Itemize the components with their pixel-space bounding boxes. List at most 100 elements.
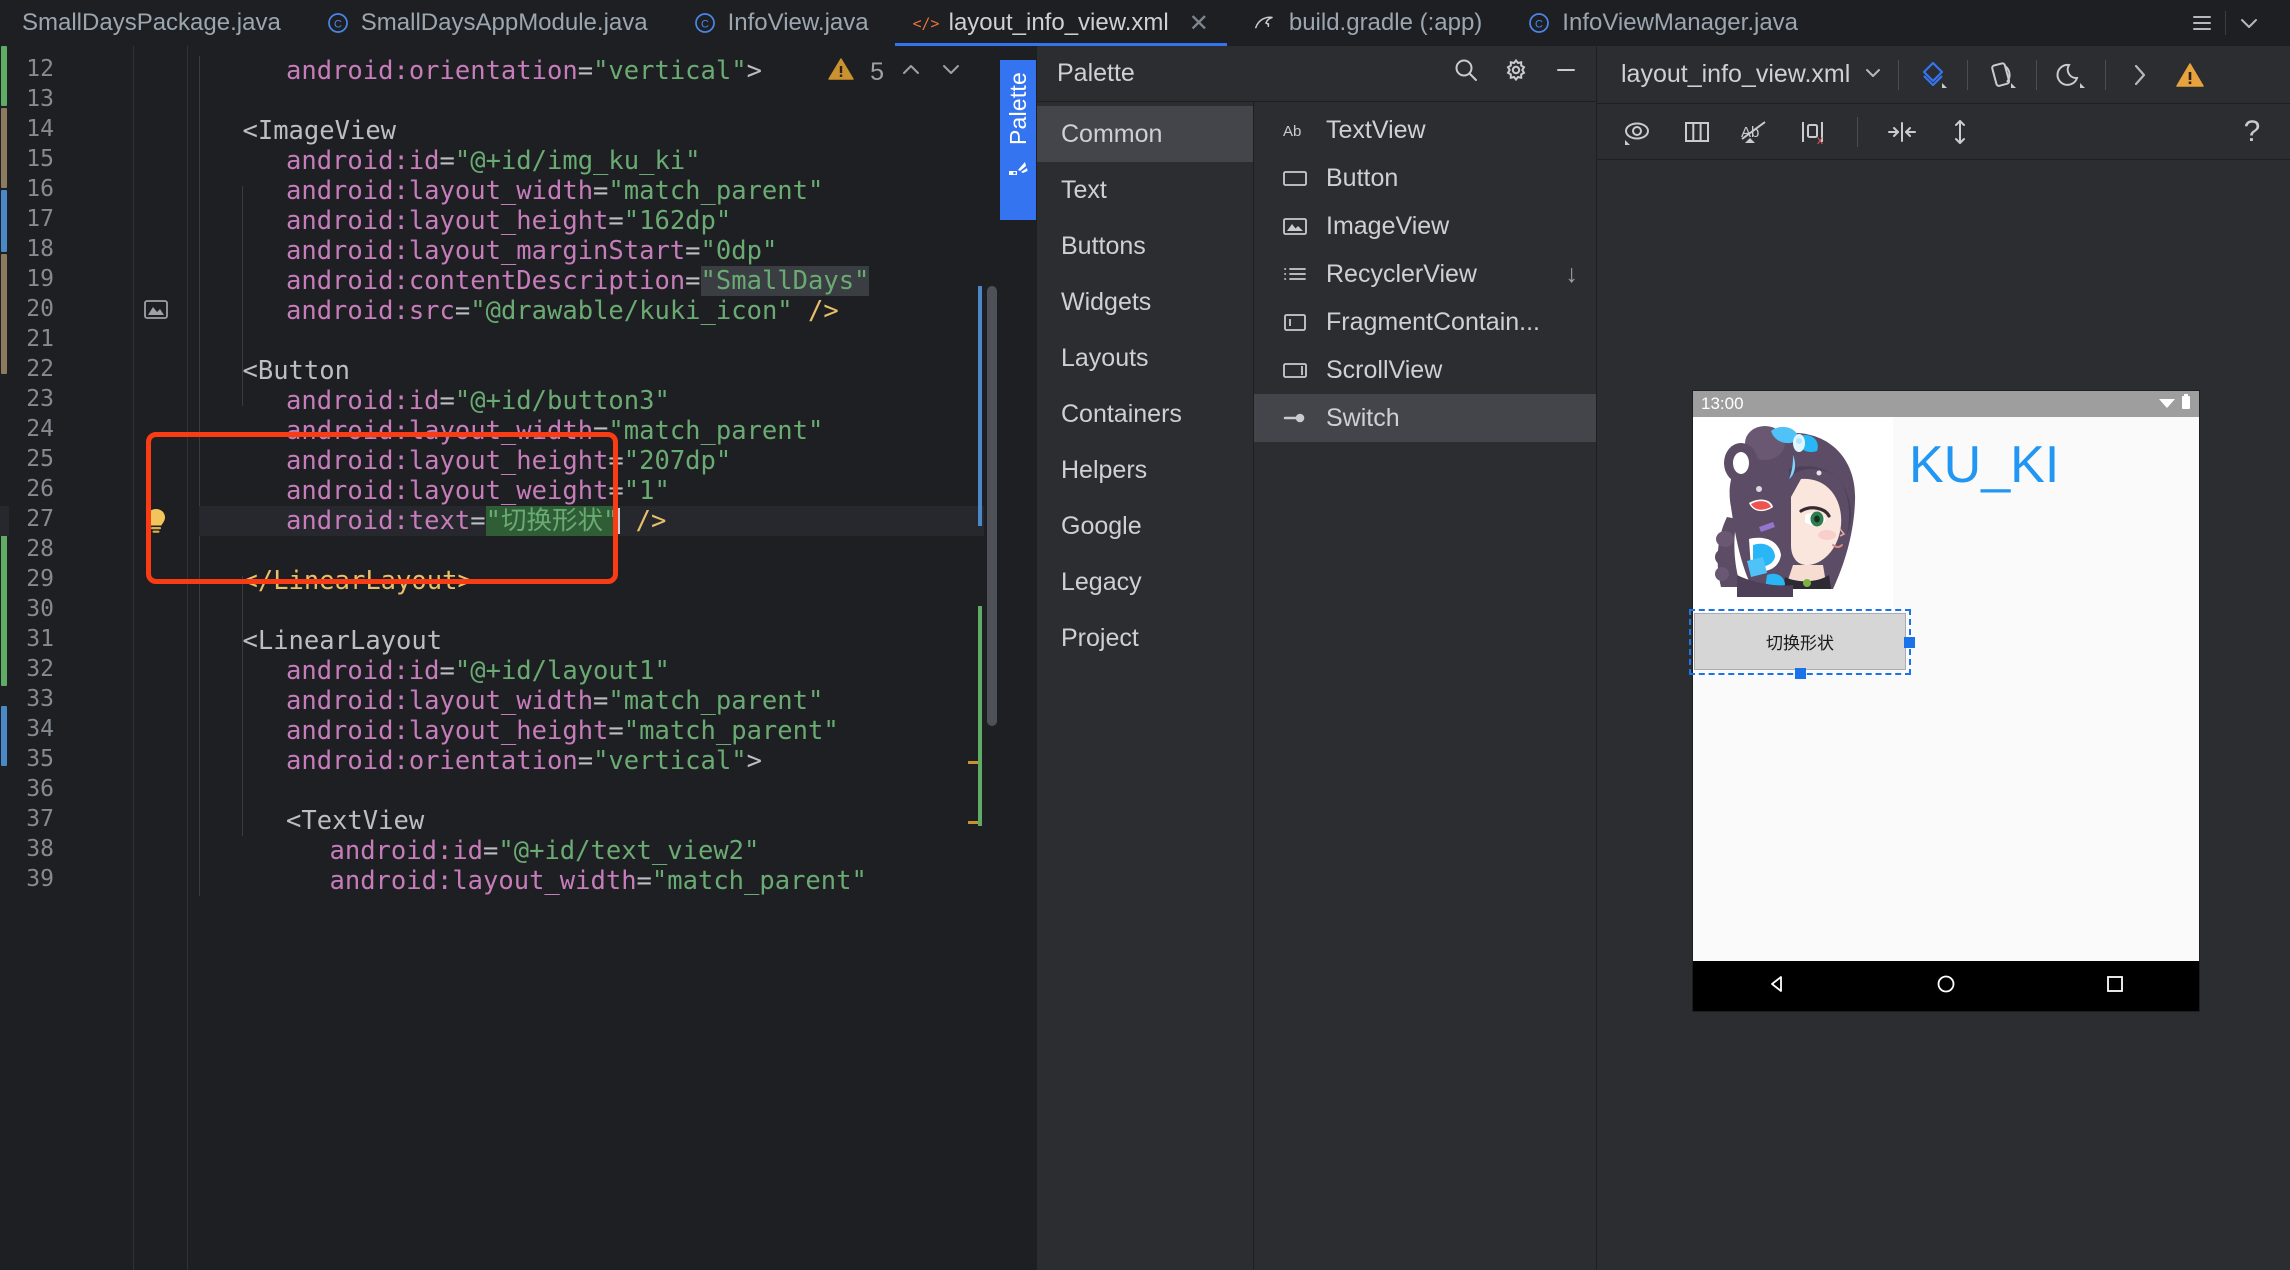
code-editor[interactable]: 12 13 14 15 16 17 18 19 20 21 22 23 24 25 26 27 28 29 30 31… bbox=[0, 46, 1000, 1270]
palette-category-buttons[interactable]: Buttons bbox=[1037, 218, 1253, 274]
palette-category-project[interactable]: Project bbox=[1037, 610, 1253, 666]
palette-category-containers[interactable]: Containers bbox=[1037, 386, 1253, 442]
code-line[interactable]: android:id="@+id/img_ku_ki" bbox=[286, 146, 701, 176]
tab-label: SmallDaysAppModule.java bbox=[360, 9, 648, 36]
code-line[interactable]: android:layout_height="match_parent" bbox=[286, 716, 839, 746]
palette-component-scrollview[interactable]: ScrollView bbox=[1254, 346, 1596, 394]
palette-category-google[interactable]: Google bbox=[1037, 498, 1253, 554]
expand-vertical-icon[interactable] bbox=[1940, 112, 1980, 152]
hamburger-menu-icon[interactable] bbox=[2179, 0, 2225, 46]
code-line[interactable]: android:layout_width="match_parent" bbox=[286, 176, 823, 206]
search-icon[interactable] bbox=[1452, 56, 1480, 91]
code-line[interactable]: android:id="@+id/layout1" bbox=[286, 656, 670, 686]
device-preview[interactable]: 13:00 KU_KI 切换形状 bbox=[1689, 391, 2199, 1011]
tab-layout-info-view-xml[interactable]: </> layout_info_view.xml ✕ bbox=[891, 0, 1231, 46]
warning-triangle-icon[interactable] bbox=[2170, 55, 2210, 95]
tab-smalldayspackage[interactable]: SmallDaysPackage.java bbox=[0, 0, 303, 46]
image-preview-icon[interactable] bbox=[143, 297, 171, 325]
palette-component-switch[interactable]: Switch bbox=[1254, 394, 1596, 442]
code-line[interactable]: android:layout_height="207dp" bbox=[286, 446, 731, 476]
status-time: 13:00 bbox=[1701, 394, 1744, 413]
code-line[interactable]: android:id="@+id/button3" bbox=[286, 386, 670, 416]
tab-infoview[interactable]: C InfoView.java bbox=[670, 0, 891, 46]
lightbulb-icon[interactable] bbox=[143, 507, 171, 535]
error-stripe[interactable] bbox=[968, 46, 982, 1270]
code-line[interactable]: android:text="切换形状" /> bbox=[286, 506, 666, 536]
palette-category-common[interactable]: Common bbox=[1037, 106, 1253, 162]
palette-component-imageview[interactable]: ImageView bbox=[1254, 202, 1596, 250]
code-line[interactable]: android:layout_weight="1" bbox=[286, 476, 670, 506]
tab-smalldaysappmodule[interactable]: C SmallDaysAppModule.java bbox=[303, 0, 670, 46]
help-icon[interactable]: ? bbox=[2232, 112, 2272, 152]
indent-guide bbox=[242, 576, 243, 836]
code-line[interactable]: android:orientation="vertical"> bbox=[286, 56, 762, 86]
warning-count: 5 bbox=[870, 58, 884, 86]
palette-category-layouts[interactable]: Layouts bbox=[1037, 330, 1253, 386]
palette-category-widgets[interactable]: Widgets bbox=[1037, 274, 1253, 330]
line-number: 33 bbox=[26, 686, 54, 712]
design-canvas[interactable]: 13:00 KU_KI 切换形状 bbox=[1597, 161, 2290, 1270]
editor-gutter[interactable]: 12 13 14 15 16 17 18 19 20 21 22 23 24 25 26 27 28 29 30 31… bbox=[0, 46, 199, 1270]
preview-content[interactable]: KU_KI 切换形状 bbox=[1689, 417, 2199, 961]
tab-build-gradle[interactable]: build.gradle (:app) bbox=[1231, 0, 1504, 46]
chevron-up-icon[interactable] bbox=[898, 58, 924, 87]
palette-title: Palette bbox=[1057, 59, 1135, 87]
nav-recents-square-icon[interactable] bbox=[2103, 972, 2127, 1001]
expand-right-icon[interactable] bbox=[2120, 55, 2160, 95]
nav-back-triangle-icon[interactable] bbox=[1765, 972, 1789, 1001]
preview-button-selected[interactable]: 切换形状 bbox=[1694, 613, 1906, 670]
palette-component-fragmentcontainer[interactable]: FragmentContain... bbox=[1254, 298, 1596, 346]
design-mode-icon[interactable] bbox=[1913, 55, 1953, 95]
preview-imageview-kuki[interactable] bbox=[1693, 417, 1893, 612]
code-line[interactable]: android:layout_width="match_parent" bbox=[286, 686, 823, 716]
chevron-down-icon[interactable] bbox=[1862, 60, 1884, 89]
nav-home-circle-icon[interactable] bbox=[1934, 972, 1958, 1001]
code-line[interactable]: android:orientation="vertical"> bbox=[286, 746, 762, 776]
palette-component-recyclerview[interactable]: RecyclerView ↓ bbox=[1254, 250, 1596, 298]
code-line[interactable]: android:layout_height="162dp" bbox=[286, 206, 731, 236]
code-line[interactable]: </LinearLayout> bbox=[243, 566, 473, 596]
code-line[interactable]: <LinearLayout bbox=[243, 626, 443, 656]
code-content[interactable]: android:orientation="vertical"> <ImageVie… bbox=[199, 46, 1000, 1270]
scrollbar-thumb[interactable] bbox=[987, 286, 997, 726]
eye-visibility-icon[interactable] bbox=[1619, 112, 1659, 152]
sidebar-item-palette[interactable]: Palette bbox=[1000, 60, 1036, 220]
code-line[interactable]: android:src="@drawable/kuki_icon" /> bbox=[286, 296, 839, 326]
night-mode-icon[interactable] bbox=[2051, 55, 2091, 95]
constraints-off-icon[interactable]: x bbox=[1793, 112, 1833, 152]
editor-scrollbar[interactable] bbox=[984, 46, 1000, 1270]
code-line[interactable]: <TextView bbox=[286, 806, 424, 836]
inspection-widget[interactable]: 5 bbox=[826, 56, 964, 89]
close-icon[interactable]: ✕ bbox=[1189, 9, 1209, 38]
columns-layout-icon[interactable] bbox=[1677, 112, 1717, 152]
palette-component-textview[interactable]: Ab TextView bbox=[1254, 106, 1596, 154]
palette-component-button[interactable]: Button bbox=[1254, 154, 1596, 202]
code-line[interactable]: <Button bbox=[243, 356, 350, 386]
preview-status-bar: 13:00 bbox=[1693, 391, 2199, 417]
orientation-icon[interactable] bbox=[1982, 55, 2022, 95]
gear-icon[interactable] bbox=[1502, 56, 1530, 91]
code-line[interactable]: android:contentDescription="SmallDays" bbox=[286, 266, 870, 296]
design-file-selector[interactable]: layout_info_view.xml bbox=[1621, 60, 1884, 89]
minimize-icon[interactable] bbox=[1552, 56, 1580, 91]
pack-horizontal-icon[interactable] bbox=[1882, 112, 1922, 152]
tab-infoviewmanager[interactable]: C InfoViewManager.java bbox=[1504, 0, 1820, 46]
code-line[interactable]: android:layout_width="match_parent" bbox=[330, 866, 867, 896]
category-label: Text bbox=[1061, 175, 1107, 204]
code-line[interactable]: android:layout_width="match_parent" bbox=[286, 416, 823, 446]
chevron-down-icon[interactable] bbox=[2226, 0, 2272, 46]
divider bbox=[1898, 59, 1900, 90]
palette-category-text[interactable]: Text bbox=[1037, 162, 1253, 218]
hide-text-icon[interactable]: Ab bbox=[1735, 112, 1775, 152]
line-number: 19 bbox=[26, 266, 54, 292]
divider bbox=[1967, 59, 1969, 90]
download-icon[interactable]: ↓ bbox=[1566, 260, 1579, 289]
tab-label: InfoViewManager.java bbox=[1562, 9, 1799, 36]
code-line[interactable]: <ImageView bbox=[243, 116, 397, 146]
code-line[interactable]: android:layout_marginStart="0dp" bbox=[286, 236, 777, 266]
chevron-down-icon[interactable] bbox=[938, 58, 964, 87]
palette-category-legacy[interactable]: Legacy bbox=[1037, 554, 1253, 610]
palette-category-helpers[interactable]: Helpers bbox=[1037, 442, 1253, 498]
design-toolbar-primary: layout_info_view.xml bbox=[1597, 46, 2290, 104]
code-line[interactable]: android:id="@+id/text_view2" bbox=[330, 836, 760, 866]
